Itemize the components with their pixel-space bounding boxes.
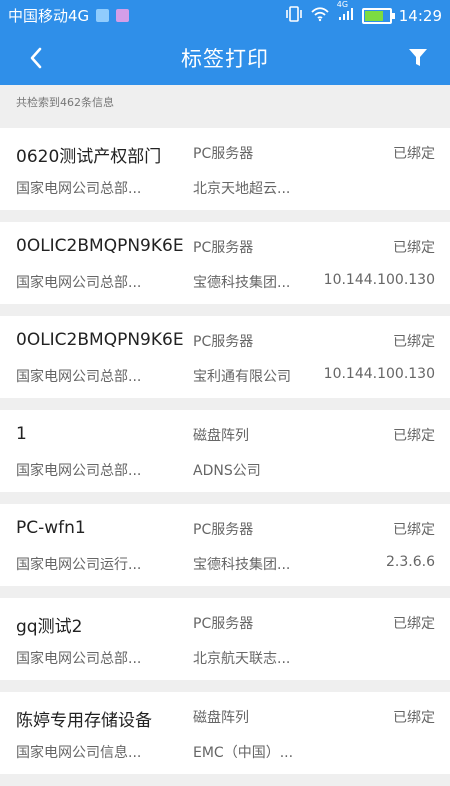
app-header: 标签打印	[0, 31, 450, 85]
item-type: PC服务器	[193, 240, 254, 256]
carrier-label: 中国移动4G	[8, 7, 90, 25]
item-type: PC服务器	[193, 522, 254, 538]
battery-icon	[361, 7, 395, 24]
item-status: 已绑定	[393, 240, 435, 256]
item-type: PC服务器	[193, 146, 254, 162]
back-button[interactable]	[24, 46, 48, 70]
item-status: 已绑定	[393, 522, 435, 538]
item-name: gq测试2	[16, 617, 83, 637]
filter-icon	[409, 49, 427, 66]
item-vendor: 宝德科技集团...	[193, 275, 291, 291]
asset-list: 0620测试产权部门 PC服务器 已绑定 国家电网公司总部... 北京天地超云.…	[0, 128, 450, 786]
time-label: 14:29	[398, 6, 442, 25]
item-name: PC-wfn1	[16, 518, 86, 538]
wifi-icon	[310, 6, 330, 26]
network-type-label: 4G	[336, 0, 349, 9]
item-name: 1	[16, 424, 27, 444]
filter-button[interactable]	[406, 46, 430, 70]
item-company: 国家电网公司总部...	[16, 369, 142, 385]
item-vendor: 北京天地超云...	[193, 181, 291, 197]
list-item[interactable]: 0620测试产权部门 PC服务器 已绑定 国家电网公司总部... 北京天地超云.…	[0, 128, 450, 210]
list-item[interactable]: gq测试2 PC服务器 已绑定 国家电网公司总部... 北京航天联志...	[0, 598, 450, 680]
list-item[interactable]: 陈婷专用存储设备 磁盘阵列 已绑定 国家电网公司信息... EMC（中国）...	[0, 692, 450, 774]
item-vendor: ADNS公司	[193, 463, 261, 479]
list-item[interactable]: 1 磁盘阵列 已绑定 国家电网公司总部... ADNS公司	[0, 410, 450, 492]
item-name: 0OLIC2BMQPN9K6E	[16, 236, 184, 256]
item-company: 国家电网公司信息...	[16, 745, 142, 761]
item-type: PC服务器	[193, 616, 254, 632]
item-status: 已绑定	[393, 146, 435, 162]
android-notification-icon	[96, 9, 110, 22]
item-company: 国家电网公司总部...	[16, 463, 142, 479]
item-status: 已绑定	[393, 428, 435, 444]
item-name: 陈婷专用存储设备	[16, 711, 152, 731]
result-count: 共检索到462条信息	[16, 96, 114, 109]
item-type: 磁盘阵列	[193, 428, 249, 444]
item-vendor: 宝利通有限公司	[193, 369, 291, 385]
list-item[interactable]: 0OLIC2BMQPN9K6E PC服务器 已绑定 国家电网公司总部... 宝德…	[0, 222, 450, 304]
item-ip: 2.3.6.6	[386, 554, 435, 570]
item-name: 0620测试产权部门	[16, 147, 162, 167]
chevron-left-icon	[30, 47, 42, 69]
item-status: 已绑定	[393, 616, 435, 632]
item-status: 已绑定	[393, 334, 435, 350]
item-vendor: 北京航天联志...	[193, 651, 291, 667]
item-vendor: EMC（中国）...	[193, 745, 294, 761]
item-company: 国家电网公司总部...	[16, 651, 142, 667]
item-ip: 10.144.100.130	[323, 366, 435, 382]
item-type: 磁盘阵列	[193, 710, 249, 726]
item-company: 国家电网公司总部...	[16, 275, 142, 291]
item-vendor: 宝德科技集团...	[193, 557, 291, 573]
item-name: 0OLIC2BMQPN9K6E	[16, 330, 184, 350]
signal-icon: 4G	[337, 0, 355, 26]
item-company: 国家电网公司总部...	[16, 181, 142, 197]
image-notification-icon	[116, 9, 130, 22]
item-company: 国家电网公司运行...	[16, 557, 142, 573]
list-item[interactable]: PC-wfn1 PC服务器 已绑定 国家电网公司运行... 宝德科技集团... …	[0, 504, 450, 586]
item-type: PC服务器	[193, 334, 254, 350]
list-item[interactable]: 0OLIC2BMQPN9K6E PC服务器 已绑定 国家电网公司总部... 宝利…	[0, 316, 450, 398]
status-bar: 中国移动4G 4G 14:29	[0, 0, 450, 31]
vibrate-icon	[285, 5, 303, 26]
page-title: 标签打印	[181, 47, 269, 71]
item-status: 已绑定	[393, 710, 435, 726]
item-ip: 10.144.100.130	[323, 272, 435, 288]
